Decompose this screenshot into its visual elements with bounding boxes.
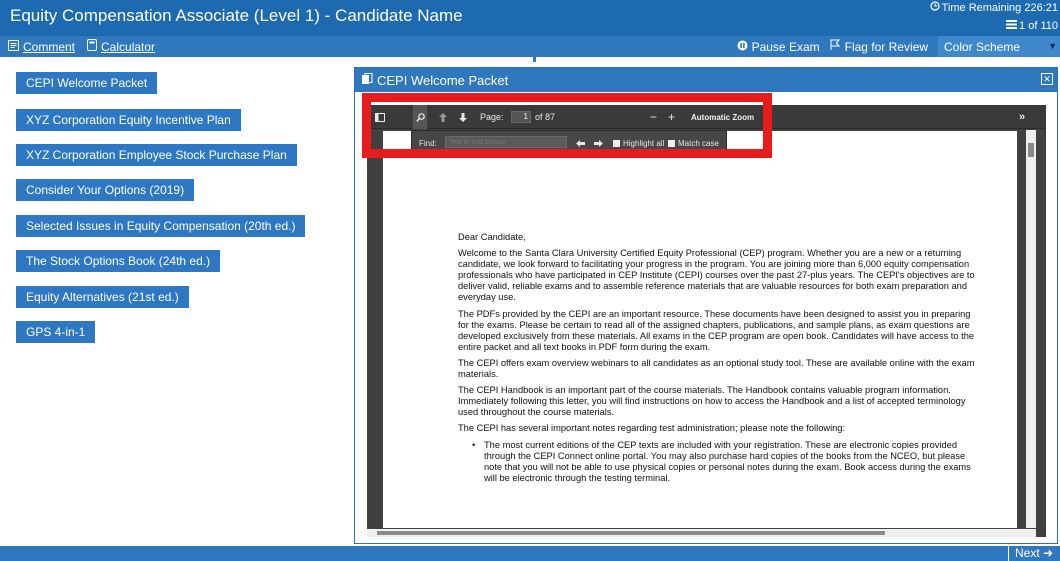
exam-title: Equity Compensation Associate (Level 1) … <box>10 6 463 25</box>
calculator-button[interactable]: Calculator <box>87 39 155 54</box>
checkbox-icon <box>613 139 620 147</box>
comment-icon <box>8 39 19 54</box>
sidebar-item-selected-issues[interactable]: Selected Issues in Equity Compensation (… <box>16 215 306 237</box>
next-page-icon[interactable] <box>459 105 467 129</box>
calculator-icon <box>87 39 98 54</box>
letter-bullet: The most current editions of the CEP tex… <box>472 440 978 484</box>
page-number-input[interactable]: 1 <box>511 111 531 123</box>
letter-paragraph: The CEPI offers exam overview webinars t… <box>458 357 975 380</box>
list-icon <box>1006 20 1018 32</box>
question-counter-text: 1 of 110 <box>1019 20 1058 32</box>
color-scheme-select[interactable]: Color Scheme ▼ <box>938 36 1060 57</box>
comment-label: Comment <box>23 39 76 54</box>
find-input[interactable] <box>445 136 567 148</box>
sidebar-item-equity-alternatives[interactable]: Equity Alternatives (21st ed.) <box>16 286 189 308</box>
comment-button[interactable]: Comment <box>8 39 75 54</box>
sidebar-item-gps-4-in-1[interactable]: GPS 4-in-1 <box>16 321 96 343</box>
sidebar-item-xyz-employee-stock-purchase-plan[interactable]: XYZ Corporation Employee Stock Purchase … <box>16 144 297 166</box>
chevron-updown-icon: ⇕ <box>762 112 769 122</box>
letter-paragraph: The PDFs provided by the CEPI are an imp… <box>458 308 975 352</box>
vertical-scrollbar[interactable] <box>1026 130 1036 528</box>
chevron-down-icon: ▼ <box>1048 41 1057 51</box>
next-button[interactable]: Next ➜ <box>1008 546 1060 561</box>
footer-bar: Next ➜ <box>0 546 1060 561</box>
letter-paragraph: The CEPI Handbook is an important part o… <box>458 385 966 418</box>
sidebar-item-consider-your-options[interactable]: Consider Your Options (2019) <box>16 179 195 201</box>
flag-icon <box>830 39 841 54</box>
highlight-all-checkbox[interactable]: Highlight all <box>613 131 664 155</box>
letter-salutation: Dear Candidate, <box>458 232 526 242</box>
pdf-page: Dear Candidate, Welcome to the Santa Cla… <box>383 131 1017 528</box>
time-remaining: Time Remaining 226:21 <box>930 1 1058 14</box>
flag-for-review-button[interactable]: Flag for Review <box>830 39 928 54</box>
letter-paragraph: The CEPI has several important notes reg… <box>458 423 846 434</box>
calculator-label: Calculator <box>101 39 156 54</box>
find-next-icon[interactable] <box>594 131 603 155</box>
pause-exam-button[interactable]: Pause Exam <box>737 40 820 54</box>
checkbox-icon <box>668 139 675 147</box>
flag-for-review-label: Flag for Review <box>844 39 928 54</box>
sidebar-item-cepi-welcome-packet[interactable]: CEPI Welcome Packet <box>16 72 158 94</box>
scrollbar-thumb[interactable] <box>377 531 885 535</box>
zoom-in-icon[interactable]: + <box>668 105 675 129</box>
tools-menu-icon[interactable]: » <box>1019 105 1025 129</box>
zoom-select-label: Automatic Zoom <box>691 112 755 122</box>
clock-icon <box>930 1 940 14</box>
previous-page-icon[interactable] <box>439 105 447 129</box>
highlight-all-label: Highlight all <box>623 138 665 148</box>
pdf-viewer: Page: 1 of 87 − + Automatic Zoom ⇕ » Dea… <box>367 105 1046 537</box>
time-remaining-text: Time Remaining 226:21 <box>941 1 1058 14</box>
zoom-select[interactable]: Automatic Zoom ⇕ <box>691 105 769 129</box>
document-icon <box>361 72 373 88</box>
letter-bullet-list: The most current editions of the CEP tex… <box>472 440 978 484</box>
pause-exam-label: Pause Exam <box>751 39 820 54</box>
viewer-header: CEPI Welcome Packet ✕ <box>355 68 1057 92</box>
page-total: of 87 <box>535 112 556 122</box>
sidebar-item-xyz-equity-incentive-plan[interactable]: XYZ Corporation Equity Incentive Plan <box>16 109 241 131</box>
question-counter: 1 of 110 <box>1006 20 1058 32</box>
pdf-toolbar: Page: 1 of 87 − + Automatic Zoom ⇕ » <box>367 105 1046 129</box>
find-bar: Find: Highlight all Match case <box>411 130 727 154</box>
color-scheme-label: Color Scheme <box>944 39 1021 54</box>
page-label: Page: <box>480 112 504 122</box>
search-icon[interactable] <box>413 105 427 129</box>
sidebar-item-stock-options-book[interactable]: The Stock Options Book (24th ed.) <box>16 250 221 272</box>
scrollbar-thumb[interactable] <box>1028 143 1034 157</box>
match-case-checkbox[interactable]: Match case <box>668 131 719 155</box>
match-case-label: Match case <box>678 138 719 148</box>
find-previous-icon[interactable] <box>576 131 585 155</box>
exam-app: Equity Compensation Associate (Level 1) … <box>0 0 1060 561</box>
viewer-title: CEPI Welcome Packet <box>377 72 509 88</box>
letter-paragraph: Welcome to the Santa Clara University Ce… <box>458 248 975 303</box>
sidebar-toggle-icon[interactable] <box>375 105 385 129</box>
next-label: Next <box>1015 546 1040 560</box>
welcome-letter: Dear Candidate, Welcome to the Santa Cla… <box>458 232 978 484</box>
pause-icon <box>737 40 748 54</box>
horizontal-scrollbar[interactable] <box>367 529 1036 537</box>
find-label: Find: <box>419 138 437 148</box>
arrow-right-icon: ➜ <box>1043 546 1054 560</box>
zoom-out-icon[interactable]: − <box>650 105 657 129</box>
title-bar: Equity Compensation Associate (Level 1) … <box>0 0 1060 36</box>
splitter-marker <box>533 57 536 62</box>
document-viewer: CEPI Welcome Packet ✕ Page: 1 of 87 − + … <box>354 67 1058 544</box>
tool-bar: Comment Calculator Pause Exam Flag for R… <box>0 36 1060 57</box>
close-icon[interactable]: ✕ <box>1041 73 1053 85</box>
